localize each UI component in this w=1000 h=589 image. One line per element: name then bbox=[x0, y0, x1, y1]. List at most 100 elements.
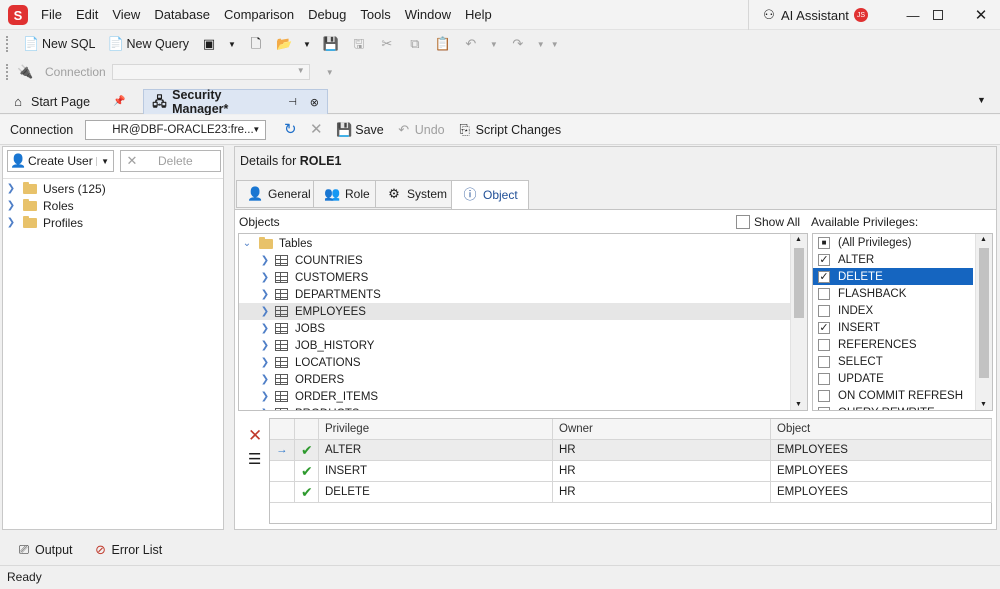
user-avatar[interactable]: JS bbox=[854, 8, 868, 22]
privilege-checkbox[interactable] bbox=[818, 304, 830, 317]
plug-icon[interactable]: 🔌 bbox=[17, 64, 33, 80]
menu-debug[interactable]: Debug bbox=[301, 0, 353, 30]
save-button[interactable]: 💾 Save bbox=[330, 118, 390, 142]
object-tree-row[interactable]: ❯ COUNTRIES bbox=[239, 252, 807, 269]
chevron-right-icon[interactable]: ❯ bbox=[5, 217, 17, 228]
object-tree-row[interactable]: ❯ JOBS bbox=[239, 320, 807, 337]
grid-cell-privilege[interactable]: DELETE bbox=[319, 482, 553, 503]
chevron-right-icon[interactable]: ❯ bbox=[259, 323, 271, 334]
grant-check-cell[interactable]: ✔ bbox=[295, 482, 319, 503]
privilege-checkbox[interactable] bbox=[818, 338, 830, 351]
object-tree-row[interactable]: ❯ ORDER_ITEMS bbox=[239, 388, 807, 405]
create-user-button[interactable]: 👤 Create User ▼ bbox=[7, 150, 114, 172]
grid-cell-object[interactable]: EMPLOYEES bbox=[771, 461, 992, 482]
chevron-right-icon[interactable]: ❯ bbox=[259, 391, 271, 402]
undo-button[interactable]: ↶ Undo bbox=[390, 118, 451, 142]
close-tab-icon[interactable]: ⊗ bbox=[310, 96, 319, 109]
grid-cell-object[interactable]: EMPLOYEES bbox=[771, 482, 992, 503]
grid-header-owner[interactable]: Owner bbox=[553, 419, 771, 440]
row-indicator[interactable] bbox=[270, 482, 295, 503]
grid-cell-owner[interactable]: HR bbox=[553, 461, 771, 482]
tab-system[interactable]: ⚙ System bbox=[375, 180, 459, 208]
chevron-right-icon[interactable]: ❯ bbox=[259, 340, 271, 351]
menu-comparison[interactable]: Comparison bbox=[217, 0, 301, 30]
script-changes-button[interactable]: ⎘ Script Changes bbox=[451, 118, 567, 142]
grant-check-cell[interactable]: ✔ bbox=[295, 461, 319, 482]
cut-button[interactable]: ✂ bbox=[373, 32, 401, 56]
privilege-item[interactable]: QUERY REWRITE bbox=[813, 404, 992, 410]
menu-database[interactable]: Database bbox=[147, 0, 217, 30]
chevron-right-icon[interactable]: ❯ bbox=[259, 289, 271, 300]
toolbar-grip[interactable] bbox=[6, 36, 9, 52]
cancel-icon[interactable]: ✕ bbox=[308, 121, 324, 138]
privilege-checkbox[interactable] bbox=[818, 372, 830, 385]
object-tree-row[interactable]: ❯ LOCATIONS bbox=[239, 354, 807, 371]
pin-icon[interactable]: 📌 bbox=[113, 96, 125, 107]
menu-window[interactable]: Window bbox=[398, 0, 458, 30]
privilege-item[interactable]: SELECT bbox=[813, 353, 992, 370]
grid-cell-privilege[interactable]: INSERT bbox=[319, 461, 553, 482]
objects-scrollbar[interactable]: ▲ ▼ bbox=[790, 234, 807, 410]
toolbar-grip[interactable] bbox=[6, 64, 9, 80]
scroll-up-icon[interactable]: ▲ bbox=[980, 236, 987, 243]
ai-assistant-button[interactable]: ⚇ AI Assistant bbox=[748, 0, 849, 30]
privilege-item[interactable]: ■ (All Privileges) bbox=[813, 234, 992, 251]
tab-list-dropdown-icon[interactable]: ▼ bbox=[977, 95, 986, 105]
dropdown-arrow-icon[interactable]: ▼ bbox=[490, 40, 498, 49]
object-tree-row[interactable]: ❯ JOB_HISTORY bbox=[239, 337, 807, 354]
delete-button[interactable]: ✕ Delete bbox=[120, 150, 221, 172]
tree-item-users[interactable]: ❯ Users (125) bbox=[3, 180, 223, 197]
row-indicator[interactable] bbox=[270, 461, 295, 482]
chevron-down-icon[interactable]: ⌄ bbox=[241, 238, 253, 249]
grid-cell-object[interactable]: EMPLOYEES bbox=[771, 440, 992, 461]
privilege-checkbox[interactable] bbox=[818, 389, 830, 402]
open-button[interactable]: 📂 ▼ bbox=[270, 32, 317, 56]
privilege-item[interactable]: FLASHBACK bbox=[813, 285, 992, 302]
chevron-right-icon[interactable]: ❯ bbox=[259, 255, 271, 266]
privilege-checkbox[interactable]: ■ bbox=[818, 236, 830, 249]
object-tree-row[interactable]: ❯ DEPARTMENTS bbox=[239, 286, 807, 303]
row-indicator[interactable]: → bbox=[270, 440, 295, 461]
toolbar-overflow-icon[interactable]: ▼ bbox=[551, 40, 559, 49]
refresh-icon[interactable]: ↻ bbox=[282, 121, 298, 138]
privilege-item[interactable]: INDEX bbox=[813, 302, 992, 319]
menu-help[interactable]: Help bbox=[458, 0, 499, 30]
object-tree-row[interactable]: ❯ ORDERS bbox=[239, 371, 807, 388]
privilege-item[interactable]: REFERENCES bbox=[813, 336, 992, 353]
scroll-up-icon[interactable]: ▲ bbox=[795, 236, 802, 243]
privilege-checkbox[interactable]: ✓ bbox=[818, 253, 830, 266]
menu-view[interactable]: View bbox=[105, 0, 147, 30]
object-tree-row[interactable]: ❯ EMPLOYEES bbox=[239, 303, 807, 320]
tab-security-manager[interactable]: 🖧 Security Manager* ⊣ ⊗ bbox=[143, 88, 328, 116]
paste-button[interactable]: 📋 bbox=[429, 32, 457, 56]
redo-toolbar-button[interactable]: ↷ ▼ bbox=[504, 32, 551, 56]
scroll-down-icon[interactable]: ▼ bbox=[795, 401, 802, 408]
grant-check-cell[interactable]: ✔ bbox=[295, 440, 319, 461]
privilege-checkbox[interactable] bbox=[818, 287, 830, 300]
scroll-thumb[interactable] bbox=[979, 248, 989, 378]
toolbar-overflow-icon[interactable]: ▼ bbox=[326, 68, 334, 77]
privilege-checkbox[interactable]: ✓ bbox=[818, 270, 830, 283]
scroll-thumb[interactable] bbox=[794, 248, 804, 318]
save-toolbar-button[interactable]: 💾 bbox=[317, 32, 345, 56]
dropdown-arrow-icon[interactable]: ▼ bbox=[303, 40, 311, 49]
privilege-checkbox[interactable] bbox=[818, 355, 830, 368]
privilege-item[interactable]: ✓ ALTER bbox=[813, 251, 992, 268]
chevron-right-icon[interactable]: ❯ bbox=[259, 374, 271, 385]
grid-header-privilege[interactable]: Privilege bbox=[319, 419, 553, 440]
privilege-item[interactable]: ON COMMIT REFRESH bbox=[813, 387, 992, 404]
tree-item-profiles[interactable]: ❯ Profiles bbox=[3, 214, 223, 231]
privilege-checkbox[interactable]: ✓ bbox=[818, 321, 830, 334]
show-all-checkbox[interactable]: Show All bbox=[736, 215, 800, 229]
object-tree-row[interactable]: ❯ CUSTOMERS bbox=[239, 269, 807, 286]
new-object-button[interactable]: ▣ ▼ bbox=[195, 32, 242, 56]
tab-general[interactable]: 👤 General bbox=[236, 180, 322, 208]
new-file-button[interactable]: 🗋 bbox=[242, 32, 270, 56]
pin-icon[interactable]: ⊣ bbox=[288, 97, 297, 108]
chevron-right-icon[interactable]: ❯ bbox=[259, 272, 271, 283]
new-sql-button[interactable]: 📄 New SQL bbox=[17, 32, 102, 56]
tree-item-roles[interactable]: ❯ Roles bbox=[3, 197, 223, 214]
close-window-button[interactable]: ✕ bbox=[958, 0, 1000, 30]
undo-toolbar-button[interactable]: ↶ ▼ bbox=[457, 32, 504, 56]
privilege-checkbox[interactable] bbox=[818, 406, 830, 410]
